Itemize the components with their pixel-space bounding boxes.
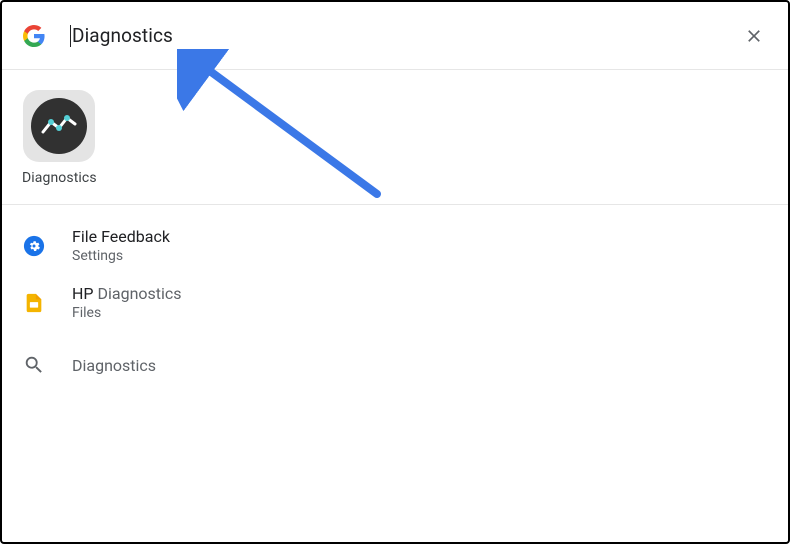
result-row-file-feedback[interactable]: File Feedback Settings — [2, 217, 788, 274]
app-results-section: Diagnostics — [2, 70, 788, 205]
result-subtitle: Files — [72, 305, 182, 321]
search-results-list: File Feedback Settings HP Diagnostics Fi… — [2, 205, 788, 399]
search-icon — [22, 353, 46, 377]
diagnostics-icon — [31, 98, 87, 154]
result-row-search-suggestion[interactable]: Diagnostics — [2, 331, 788, 387]
search-input[interactable]: Diagnostics — [46, 24, 740, 47]
result-title: HP Diagnostics — [72, 284, 182, 303]
settings-gear-icon — [22, 234, 46, 258]
slides-file-icon — [22, 291, 46, 315]
google-logo-icon — [22, 24, 46, 48]
app-tile-diagnostics[interactable]: Diagnostics — [22, 90, 96, 186]
result-search-label: Diagnostics — [72, 356, 156, 375]
text-cursor — [70, 25, 71, 47]
app-tile-label: Diagnostics — [22, 170, 96, 186]
result-title: File Feedback — [72, 227, 170, 246]
result-title-prefix: HP — [72, 284, 97, 303]
search-bar: Diagnostics — [2, 2, 788, 70]
app-icon-bg — [23, 90, 95, 162]
search-query-text: Diagnostics — [46, 24, 173, 47]
close-icon[interactable] — [740, 22, 768, 50]
result-subtitle: Settings — [72, 248, 170, 264]
result-title-match: Diagnostics — [97, 284, 181, 303]
result-row-hp-diagnostics[interactable]: HP Diagnostics Files — [2, 274, 788, 331]
